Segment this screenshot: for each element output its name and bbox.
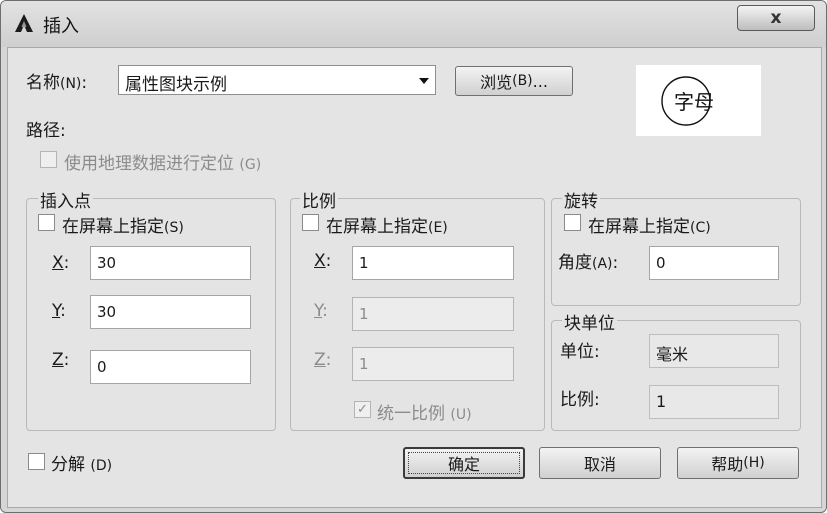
preview-text: 字母 bbox=[674, 90, 714, 114]
factor-value-field: 1 bbox=[649, 385, 779, 419]
geo-checkbox[interactable] bbox=[40, 151, 57, 168]
angle-input[interactable]: 0 bbox=[649, 246, 779, 280]
scale-x-letter: X bbox=[314, 251, 326, 271]
block-name-combobox[interactable]: 属性图块示例 bbox=[118, 65, 436, 95]
insertion-specify-mnemonic: (S) bbox=[164, 220, 184, 236]
explode-label: 分解 (D) bbox=[51, 450, 112, 475]
name-label: 名称(N): bbox=[26, 68, 87, 93]
cancel-button[interactable]: 取消 bbox=[539, 447, 661, 479]
scale-z-label: Z: bbox=[314, 350, 332, 370]
help-mnemonic: (H) bbox=[743, 455, 765, 471]
scale-x-input[interactable]: 1 bbox=[352, 246, 514, 280]
browse-button[interactable]: 浏览 (B)... bbox=[455, 66, 573, 96]
insertion-x-label: X: bbox=[52, 253, 70, 273]
title-bar[interactable]: 插入 x bbox=[1, 1, 826, 47]
rotation-specify-label: 在屏幕上指定(C) bbox=[588, 212, 711, 237]
browse-ellipsis: ... bbox=[532, 71, 548, 91]
insertion-y-letter: Y bbox=[52, 301, 61, 321]
insertion-y-label: Y: bbox=[52, 301, 66, 321]
geo-label: 使用地理数据进行定位 (G) bbox=[64, 149, 261, 174]
angle-mnemonic: (A) bbox=[592, 256, 613, 272]
cancel-label: 取消 bbox=[583, 455, 616, 474]
block-unit-title: 块单位 bbox=[562, 309, 617, 334]
ok-label: 确定 bbox=[447, 455, 480, 474]
scale-y-value: 1 bbox=[359, 305, 369, 323]
explode-checkbox[interactable] bbox=[28, 453, 45, 470]
rotation-specify-checkbox[interactable] bbox=[564, 214, 581, 231]
insertion-z-value: 0 bbox=[97, 358, 107, 376]
insertion-x-input[interactable]: 30 bbox=[90, 246, 251, 280]
scale-x-value: 1 bbox=[359, 254, 369, 272]
uniform-scale-checkbox[interactable]: ✓ bbox=[354, 401, 371, 418]
name-label-text: 名称 bbox=[26, 73, 60, 93]
scale-x-label: X: bbox=[314, 251, 332, 271]
path-label: 路径: bbox=[26, 121, 66, 141]
scale-specify-text: 在屏幕上指定 bbox=[326, 217, 428, 237]
insertion-y-input[interactable]: 30 bbox=[90, 295, 251, 329]
geo-label-text: 使用地理数据进行定位 bbox=[64, 154, 234, 174]
scale-specify-checkbox[interactable] bbox=[302, 214, 319, 231]
rotation-specify-mnemonic: (C) bbox=[690, 220, 711, 236]
close-button[interactable]: x bbox=[737, 5, 815, 31]
insertion-specify-label: 在屏幕上指定(S) bbox=[62, 212, 184, 237]
explode-mnemonic: (D) bbox=[90, 458, 113, 474]
ok-button[interactable]: 确定 bbox=[403, 447, 525, 479]
insertion-point-title: 插入点 bbox=[38, 187, 93, 212]
uniform-scale-label: 统一比例 (U) bbox=[377, 399, 472, 424]
autocad-app-icon bbox=[15, 14, 33, 32]
browse-label: 浏览 bbox=[480, 73, 513, 92]
factor-label: 比例: bbox=[560, 390, 600, 410]
checkmark-icon: ✓ bbox=[357, 402, 368, 417]
unit-label: 单位: bbox=[560, 342, 600, 362]
unit-value-field: 毫米 bbox=[649, 334, 779, 368]
scale-specify-label: 在屏幕上指定(E) bbox=[326, 212, 448, 237]
factor-value: 1 bbox=[656, 392, 667, 411]
dialog-content: 名称(N): 属性图块示例 浏览 (B)... 字母 路径: 使用地理数据进行定位… bbox=[7, 47, 822, 508]
angle-label-text: 角度 bbox=[558, 253, 592, 273]
block-preview-drawing: 字母 bbox=[661, 76, 714, 126]
rotation-specify-text: 在屏幕上指定 bbox=[588, 217, 690, 237]
unit-value: 毫米 bbox=[656, 345, 689, 364]
close-icon: x bbox=[770, 8, 782, 28]
insert-dialog: 插入 x 名称(N): 属性图块示例 浏览 (B)... 字母 路径: 使用地理数… bbox=[0, 0, 827, 513]
insertion-z-input[interactable]: 0 bbox=[90, 350, 251, 384]
scale-y-input[interactable]: 1 bbox=[352, 297, 514, 331]
dropdown-arrow-icon[interactable] bbox=[419, 78, 429, 84]
scale-y-label: Y: bbox=[314, 301, 328, 321]
name-colon: : bbox=[81, 73, 88, 93]
geo-mnemonic: (G) bbox=[239, 157, 262, 173]
insertion-specify-checkbox[interactable] bbox=[38, 214, 55, 231]
uniform-scale-text: 统一比例 bbox=[377, 404, 445, 424]
browse-mnemonic: (B) bbox=[512, 73, 533, 89]
uniform-scale-mnemonic: (U) bbox=[450, 407, 472, 423]
scale-z-letter: Z bbox=[314, 350, 326, 370]
scale-specify-mnemonic: (E) bbox=[428, 220, 448, 236]
insertion-x-letter: X bbox=[52, 253, 64, 273]
angle-value: 0 bbox=[656, 254, 666, 272]
insertion-z-label: Z: bbox=[52, 350, 70, 370]
window-title: 插入 bbox=[43, 16, 79, 37]
scale-title: 比例 bbox=[300, 187, 338, 212]
insertion-specify-text: 在屏幕上指定 bbox=[62, 217, 164, 237]
help-button[interactable]: 帮助 (H) bbox=[677, 447, 799, 479]
insertion-y-value: 30 bbox=[97, 303, 117, 321]
scale-z-input[interactable]: 1 bbox=[352, 347, 514, 381]
angle-colon: : bbox=[612, 253, 619, 273]
rotation-title: 旋转 bbox=[562, 187, 600, 212]
scale-y-letter: Y bbox=[314, 301, 323, 321]
explode-label-text: 分解 bbox=[51, 455, 85, 475]
name-mnemonic: (N) bbox=[60, 76, 82, 92]
angle-label: 角度(A): bbox=[558, 248, 618, 273]
insertion-x-value: 30 bbox=[97, 254, 117, 272]
block-name-value: 属性图块示例 bbox=[125, 75, 227, 95]
help-label: 帮助 bbox=[711, 455, 744, 474]
block-preview: 字母 bbox=[636, 65, 761, 136]
insertion-z-letter: Z bbox=[52, 350, 64, 370]
scale-z-value: 1 bbox=[359, 355, 369, 373]
